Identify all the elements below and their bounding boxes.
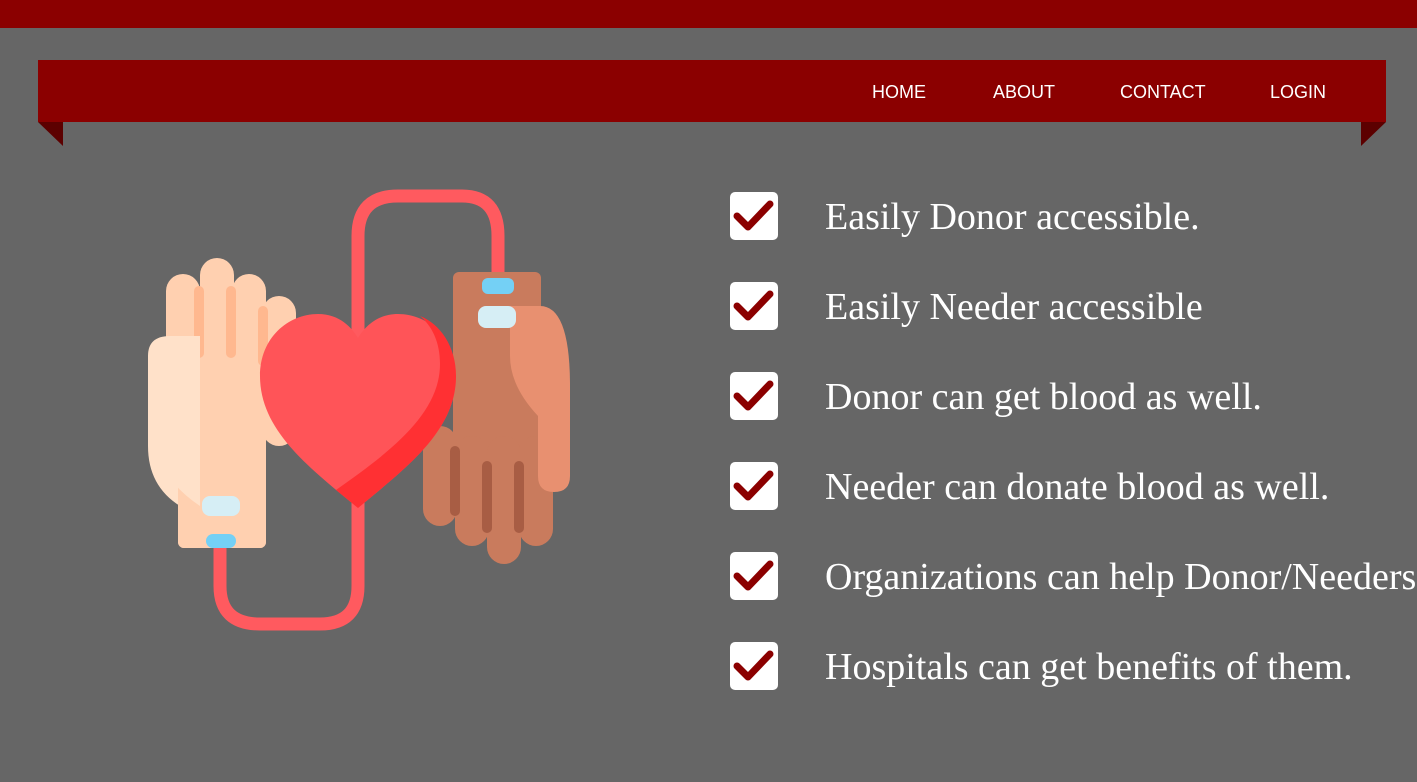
nav-contact-link[interactable]: CONTACT [1120, 80, 1206, 104]
checkbox-checked-icon [730, 462, 778, 510]
feature-text: Easily Needer accessible [825, 286, 1203, 328]
checkbox-checked-icon [730, 282, 778, 330]
feature-text: Organizations can help Donor/Needers. [825, 556, 1417, 598]
checkbox-checked-icon [730, 552, 778, 600]
feature-text: Donor can get blood as well. [825, 376, 1262, 418]
nav-home-link[interactable]: HOME [872, 80, 926, 104]
nav-login-link[interactable]: LOGIN [1270, 80, 1326, 104]
checkbox-checked-icon [730, 192, 778, 240]
navbar-fold-right [1361, 122, 1386, 146]
feature-text: Easily Donor accessible. [825, 196, 1200, 238]
top-bar [0, 0, 1417, 28]
feature-text: Needer can donate blood as well. [825, 466, 1330, 508]
blood-donation-illustration [140, 186, 580, 636]
navbar-fold-left [38, 122, 63, 146]
checkbox-checked-icon [730, 642, 778, 690]
nav-about-link[interactable]: ABOUT [993, 80, 1055, 104]
feature-text: Hospitals can get benefits of them. [825, 646, 1353, 688]
checkbox-checked-icon [730, 372, 778, 420]
